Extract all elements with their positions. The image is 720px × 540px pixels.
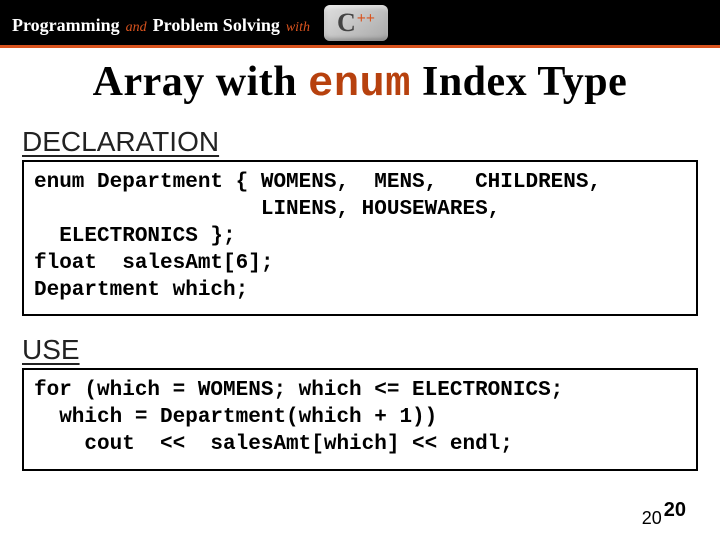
brand-word-programming: Programming [12, 15, 120, 36]
slide-title: Array with enum Index Type [22, 58, 698, 108]
cpp-logo-c: C [337, 8, 356, 38]
title-post: Index Type [411, 59, 627, 105]
book-brand: Programming and Problem Solving with C +… [12, 5, 388, 41]
brand-word-and: and [126, 20, 147, 36]
page-number-small: 20 [642, 508, 662, 528]
brand-word-problem-solving: Problem Solving [153, 15, 280, 36]
cpp-logo-plusplus: ++ [357, 10, 375, 28]
book-header-bar: Programming and Problem Solving with C +… [0, 0, 720, 48]
declaration-heading: DECLARATION [22, 126, 698, 158]
title-enum-keyword: enum [308, 60, 411, 108]
title-pre: Array with [93, 59, 308, 105]
slide-content: Array with enum Index Type DECLARATION e… [0, 58, 720, 471]
brand-word-with: with [286, 20, 310, 36]
declaration-code-box: enum Department { WOMENS, MENS, CHILDREN… [22, 160, 698, 316]
use-heading: USE [22, 334, 698, 366]
use-code-box: for (which = WOMENS; which <= ELECTRONIC… [22, 368, 698, 471]
cpp-logo-badge: C ++ [324, 5, 388, 41]
page-number-big: 20 [664, 499, 686, 521]
page-number-group: 2020 [642, 507, 686, 530]
